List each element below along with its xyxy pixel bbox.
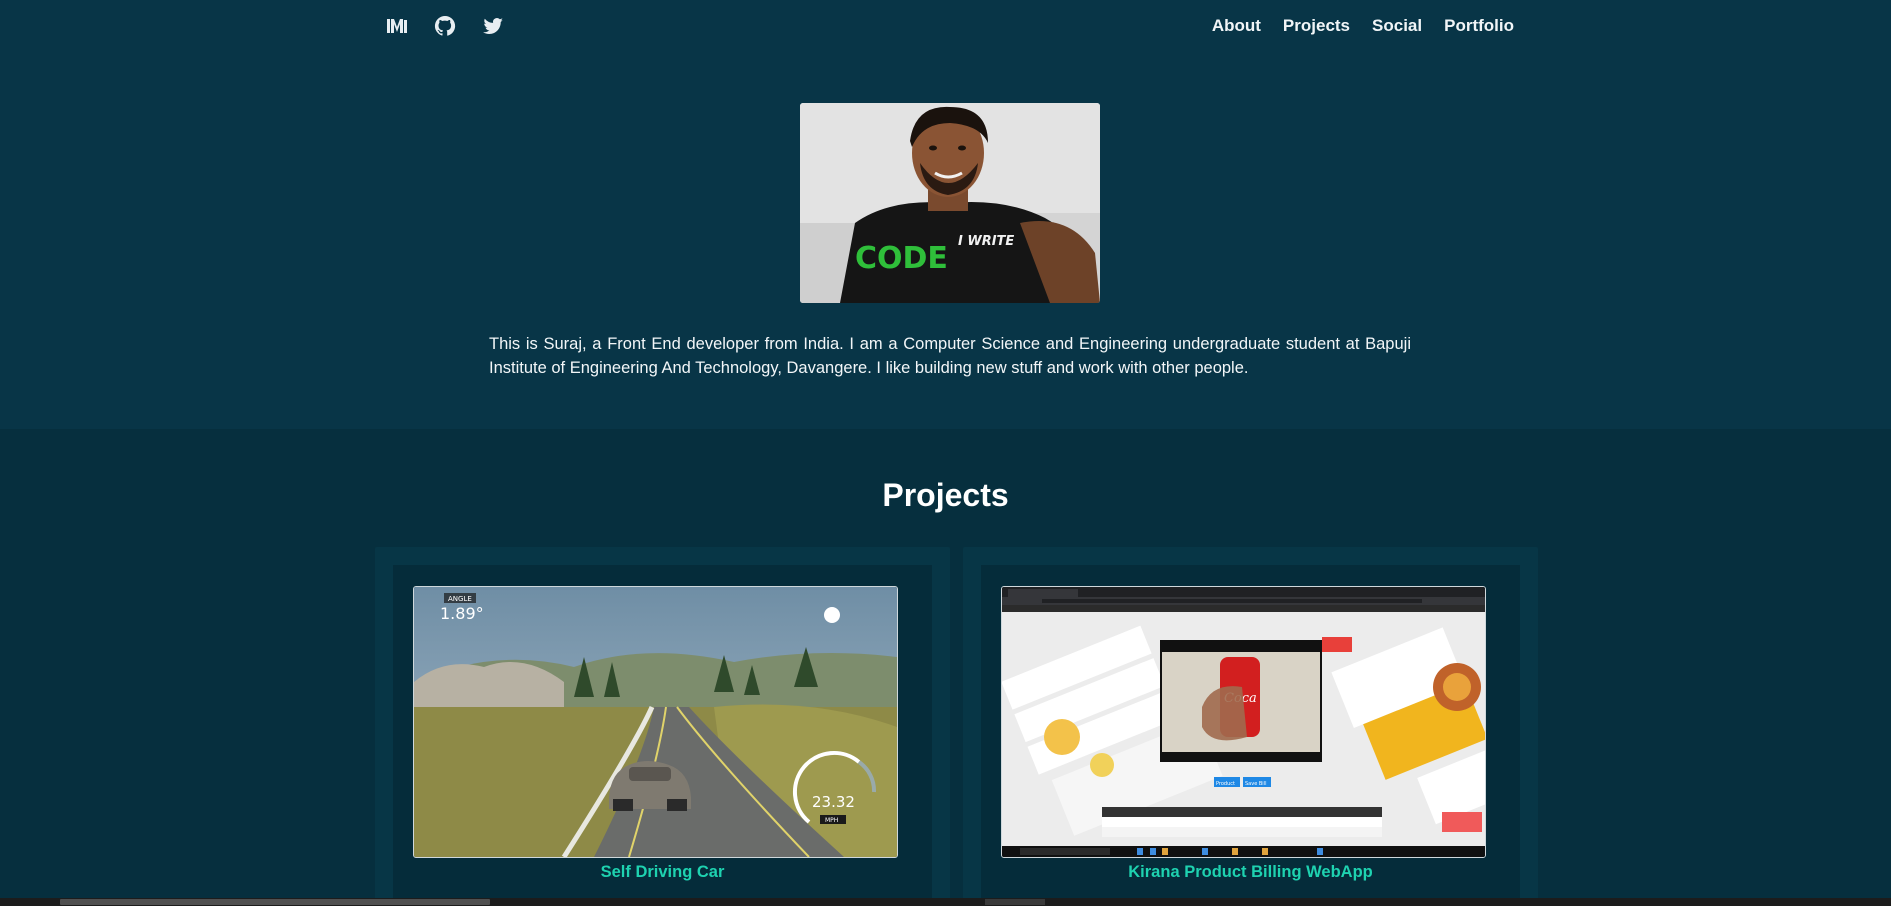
- nav-link-projects[interactable]: Projects: [1283, 16, 1350, 36]
- project-card: ANGLE 1.89° 23.32 MPH Self Driving Car: [375, 547, 950, 906]
- project-title-kirana-billing[interactable]: Kirana Product Billing WebApp: [981, 863, 1520, 882]
- hero-section: I WRITE CODE This is Suraj, a Front End …: [0, 52, 1891, 429]
- medium-icon[interactable]: [385, 14, 409, 38]
- project-title-self-driving-car[interactable]: Self Driving Car: [393, 863, 932, 882]
- project-card: Coca Product Save Bill: [963, 547, 1538, 906]
- scrollbar-thumb[interactable]: [60, 899, 490, 905]
- nav-link-about[interactable]: About: [1212, 16, 1261, 36]
- project-card-inner: ANGLE 1.89° 23.32 MPH Self Driving Car: [393, 565, 932, 906]
- shirt-text-line2: CODE: [855, 241, 948, 276]
- page: About Projects Social Portfolio I WRITE …: [0, 0, 1891, 906]
- hud-speed-unit: MPH: [825, 817, 838, 824]
- social-icons: [385, 14, 505, 38]
- button-save-bill: Save Bill: [1245, 781, 1266, 787]
- nav-link-portfolio[interactable]: Portfolio: [1444, 16, 1514, 36]
- hud-angle-value: 1.89°: [440, 604, 484, 623]
- profile-photo: I WRITE CODE: [800, 103, 1100, 303]
- nav-links: About Projects Social Portfolio: [1212, 16, 1514, 36]
- horizontal-scrollbar[interactable]: [0, 898, 1891, 906]
- projects-section: Projects ANGLE 1.89° 23.32 MPH Self Driv…: [0, 429, 1891, 906]
- project-thumbnail-kirana-billing[interactable]: Coca Product Save Bill: [1001, 586, 1486, 858]
- scrollbar-thumb-secondary[interactable]: [985, 899, 1045, 905]
- nav-link-social[interactable]: Social: [1372, 16, 1422, 36]
- hud-angle-label: ANGLE: [448, 595, 472, 603]
- hud-speed-value: 23.32: [812, 793, 855, 811]
- bio-text: This is Suraj, a Front End developer fro…: [489, 335, 1411, 377]
- button-product: Product: [1216, 781, 1235, 787]
- project-thumbnail-self-driving-car[interactable]: ANGLE 1.89° 23.32 MPH: [413, 586, 898, 858]
- navbar: About Projects Social Portfolio: [0, 0, 1891, 52]
- project-card-inner: Coca Product Save Bill: [981, 565, 1520, 906]
- projects-heading: Projects: [882, 477, 1009, 513]
- twitter-icon[interactable]: [481, 14, 505, 38]
- shirt-text-line1: I WRITE: [958, 234, 1014, 249]
- github-icon[interactable]: [433, 14, 457, 38]
